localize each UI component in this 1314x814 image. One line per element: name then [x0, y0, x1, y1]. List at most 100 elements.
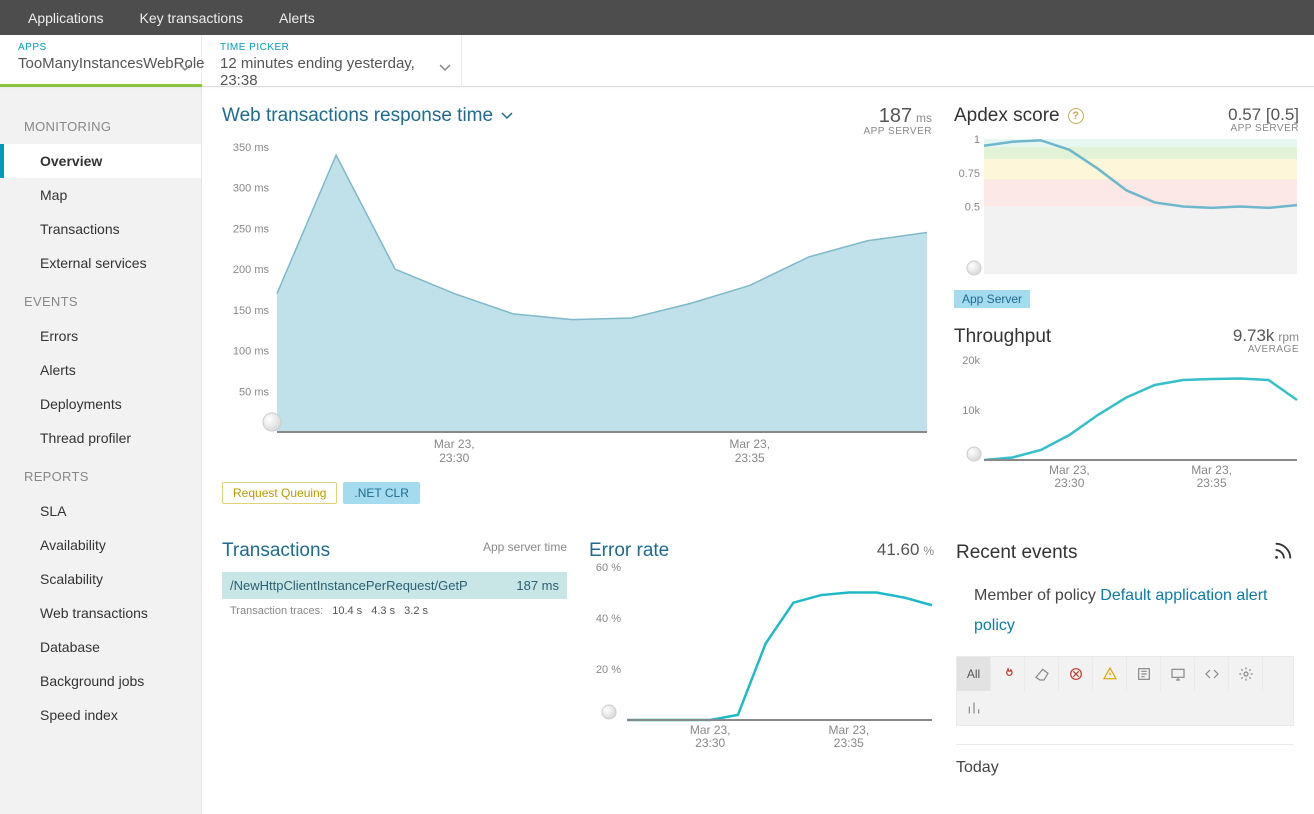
svg-text:Mar 23,: Mar 23,	[1191, 463, 1232, 477]
sidebar-item-external-services[interactable]: External services	[0, 246, 201, 280]
error-rate-card: Error rate 41.60 % 20 %40 %60 %Mar 23,23…	[589, 540, 934, 777]
svg-text:Mar 23,: Mar 23,	[1049, 463, 1090, 477]
legend-chip-net-clr[interactable]: .NET CLR	[343, 482, 419, 504]
metric-unit: rpm	[1278, 330, 1299, 344]
transactions-card: Transactions App server time /NewHttpCli…	[222, 540, 567, 777]
filter-fire-icon[interactable]	[991, 657, 1025, 691]
apps-picker-value: TooManyInstancesWebRole	[18, 55, 183, 72]
error-rate-metric: 41.60 %	[877, 540, 934, 560]
sidebar-item-speed-index[interactable]: Speed index	[0, 698, 201, 732]
sidebar-section-reports: REPORTS SLA Availability Scalability Web…	[0, 455, 201, 732]
apdex-card: Apdex score ? 0.57 [0.5] APP SERVER 0.50…	[954, 105, 1299, 308]
today-header: Today	[956, 744, 1294, 777]
svg-text:100 ms: 100 ms	[233, 346, 270, 358]
sidebar-item-sla[interactable]: SLA	[0, 494, 201, 528]
rss-icon[interactable]	[1272, 540, 1294, 565]
policy-prefix: Member of policy	[974, 587, 1100, 604]
sidebar-item-background-jobs[interactable]: Background jobs	[0, 664, 201, 698]
metric-sublabel: APP SERVER	[863, 126, 932, 137]
svg-text:300 ms: 300 ms	[233, 183, 270, 195]
throughput-chart[interactable]: 10k20kMar 23,23:30Mar 23,23:35	[954, 355, 1299, 490]
svg-text:10k: 10k	[962, 405, 980, 417]
svg-text:23:30: 23:30	[1054, 476, 1084, 490]
transaction-row[interactable]: /NewHttpClientInstancePerRequest/GetP 18…	[222, 572, 567, 599]
response-time-title[interactable]: Web transactions response time	[222, 105, 513, 127]
filter-monitor-icon[interactable]	[1161, 657, 1195, 691]
sidebar-item-database[interactable]: Database	[0, 630, 201, 664]
svg-text:200 ms: 200 ms	[233, 264, 270, 276]
error-rate-title[interactable]: Error rate	[589, 540, 669, 562]
legend-chip-request-queuing[interactable]: Request Queuing	[222, 482, 337, 504]
sidebar-item-deployments[interactable]: Deployments	[0, 387, 201, 421]
sidebar-item-map[interactable]: Map	[0, 178, 201, 212]
trace-link[interactable]: 3.2 s	[404, 605, 428, 617]
traces-label: Transaction traces:	[230, 605, 323, 617]
sidebar-item-availability[interactable]: Availability	[0, 528, 201, 562]
transactions-sublabel: App server time	[483, 540, 567, 554]
top-nav: Applications Key transactions Alerts	[0, 0, 1314, 35]
filter-warning-icon[interactable]	[1093, 657, 1127, 691]
svg-text:20k: 20k	[962, 355, 980, 367]
time-picker-label: TIME PICKER	[220, 42, 443, 53]
policy-membership: Member of policy Default application ale…	[974, 581, 1294, 642]
sidebar-item-errors[interactable]: Errors	[0, 319, 201, 353]
apdex-chart[interactable]: 0.50.751	[954, 134, 1299, 284]
filter-all-button[interactable]: All	[957, 657, 991, 691]
svg-text:20 %: 20 %	[596, 664, 621, 676]
transaction-traces: Transaction traces: 10.4 s 4.3 s 3.2 s	[222, 599, 567, 617]
sidebar-section-events: EVENTS Errors Alerts Deployments Thread …	[0, 280, 201, 455]
card-title-text: Web transactions response time	[222, 105, 493, 127]
sidebar-section-title: EVENTS	[0, 280, 201, 319]
metric-value: 9.73k	[1233, 326, 1275, 345]
svg-text:250 ms: 250 ms	[233, 223, 270, 235]
filter-note-icon[interactable]	[1127, 657, 1161, 691]
topnav-tab-key-transactions[interactable]: Key transactions	[122, 0, 262, 35]
svg-text:0.75: 0.75	[959, 168, 980, 180]
response-time-chart[interactable]: 50 ms 100 ms 150 ms 200 ms 250 ms 300 ms 350 m…	[222, 137, 932, 472]
topnav-tab-applications[interactable]: Applications	[10, 0, 122, 35]
time-picker-value: 12 minutes ending yesterday, 23:38	[220, 55, 443, 89]
time-picker[interactable]: TIME PICKER 12 minutes ending yesterday,…	[202, 35, 462, 86]
apdex-series-pill[interactable]: App Server	[954, 290, 1030, 308]
trace-link[interactable]: 4.3 s	[371, 605, 395, 617]
filter-barchart-icon[interactable]	[957, 691, 991, 725]
chevron-down-icon	[179, 59, 191, 75]
transaction-path: /NewHttpClientInstancePerRequest/GetP	[230, 578, 468, 593]
sidebar-item-transactions[interactable]: Transactions	[0, 212, 201, 246]
sidebar-item-web-transactions[interactable]: Web transactions	[0, 596, 201, 630]
error-rate-chart[interactable]: 20 %40 %60 %Mar 23,23:30Mar 23,23:35	[589, 562, 934, 752]
metric-sublabel: APP SERVER	[1228, 123, 1299, 134]
sidebar-item-scalability[interactable]: Scalability	[0, 562, 201, 596]
apps-picker[interactable]: APPS TooManyInstancesWebRole	[0, 35, 202, 86]
svg-text:23:35: 23:35	[1197, 476, 1227, 490]
sidebar: MONITORING Overview Map Transactions Ext…	[0, 87, 202, 814]
transaction-time: 187 ms	[516, 578, 559, 593]
svg-text:1: 1	[974, 134, 980, 146]
metric-unit: %	[923, 544, 934, 558]
svg-text:Mar 23,: Mar 23,	[690, 723, 731, 737]
svg-text:50 ms: 50 ms	[239, 386, 269, 398]
svg-text:150 ms: 150 ms	[233, 305, 270, 317]
svg-text:350 ms: 350 ms	[233, 142, 270, 154]
sidebar-item-overview[interactable]: Overview	[0, 144, 201, 178]
filter-eraser-icon[interactable]	[1025, 657, 1059, 691]
topnav-tab-alerts[interactable]: Alerts	[261, 0, 333, 35]
transactions-title[interactable]: Transactions	[222, 540, 330, 562]
throughput-title: Throughput	[954, 326, 1051, 348]
svg-text:23:35: 23:35	[834, 736, 864, 750]
filter-gear-icon[interactable]	[1229, 657, 1263, 691]
svg-text:Mar 23,: Mar 23,	[729, 437, 770, 451]
event-filter-row: All	[956, 656, 1294, 726]
svg-text:60 %: 60 %	[596, 562, 621, 574]
help-icon[interactable]: ?	[1068, 108, 1084, 124]
sidebar-item-thread-profiler[interactable]: Thread profiler	[0, 421, 201, 455]
recent-events-title: Recent events	[956, 542, 1077, 564]
filter-cancel-icon[interactable]	[1059, 657, 1093, 691]
recent-events-card: Recent events Member of policy Default a…	[956, 540, 1294, 777]
svg-text:23:30: 23:30	[695, 736, 725, 750]
filter-code-icon[interactable]	[1195, 657, 1229, 691]
throughput-metric: 9.73k rpm AVERAGE	[1233, 326, 1299, 355]
active-app-underline	[0, 84, 202, 87]
sidebar-item-alerts[interactable]: Alerts	[0, 353, 201, 387]
trace-link[interactable]: 10.4 s	[332, 605, 362, 617]
